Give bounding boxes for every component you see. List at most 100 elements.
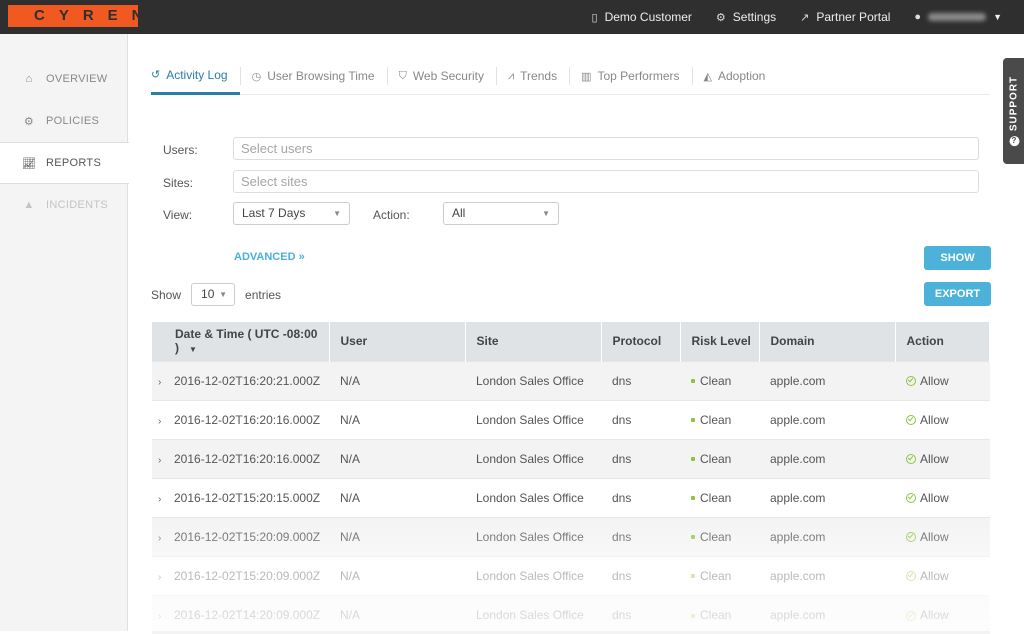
table-row[interactable]: › 2016-12-02T16:20:16.000Z N/A London Sales…	[152, 438, 990, 478]
cell-user: N/A	[329, 594, 465, 634]
risk-value: Clean	[700, 607, 732, 622]
customer-menu[interactable]: ▯ Demo Customer	[592, 10, 692, 24]
check-circle-icon	[906, 415, 916, 426]
export-button[interactable]: EXPORT	[924, 282, 991, 306]
domain-value: apple.com	[770, 529, 826, 544]
check-circle-icon	[906, 571, 916, 582]
report-tabs: ↺ Activity Log ◷ User Browsing Time ⛉ We…	[151, 62, 990, 95]
user-value: N/A	[340, 529, 361, 544]
cogs-icon: ⚙	[23, 115, 35, 128]
column-label: Site	[476, 334, 499, 349]
tab-web-security[interactable]: ⛉ Web Security	[386, 62, 496, 90]
user-menu[interactable]: ● ▼	[914, 11, 1002, 23]
view-select[interactable]: Last 7 Days ▼	[233, 202, 350, 225]
cell-site: London Sales Office	[465, 477, 601, 517]
risk-indicator-icon	[691, 496, 695, 501]
risk-value: Clean	[700, 490, 732, 505]
column-header-site[interactable]: Site	[465, 322, 602, 361]
tab-adoption[interactable]: ◭ Adoption	[691, 62, 778, 90]
tab-top-performers[interactable]: ▥ Top Performers	[569, 62, 691, 90]
sidebar-item-label: INCIDENTS	[46, 199, 108, 211]
tab-trends[interactable]: ⩘ Trends	[495, 62, 569, 90]
risk-value: Clean	[700, 412, 732, 427]
tab-activity-log[interactable]: ↺ Activity Log	[151, 62, 240, 95]
bar-chart-icon: ▥	[581, 70, 592, 83]
table-row[interactable]: › 2016-12-02T14:20:09.000Z N/A London Sales…	[152, 594, 990, 634]
advanced-link[interactable]: ADVANCED »	[234, 251, 305, 263]
cell-risk: Clean	[680, 399, 759, 439]
table-header-row: Date & Time ( UTC -08:00 ) ▼ User Site Pr…	[152, 322, 990, 361]
cyren-logo[interactable]: CYREN	[8, 5, 143, 27]
partner-portal-link[interactable]: ↗ Partner Portal	[800, 10, 890, 24]
action-label: Action:	[373, 208, 410, 222]
cell-domain: apple.com	[759, 516, 895, 556]
cell-risk: Clean	[680, 438, 759, 478]
cell-protocol: dns	[601, 360, 680, 400]
table-row[interactable]: › 2016-12-02T16:20:16.000Z N/A London Sales…	[152, 399, 990, 439]
user-value: N/A	[340, 373, 361, 388]
action-value: Allow	[920, 412, 949, 427]
tab-user-browsing-time[interactable]: ◷ User Browsing Time	[239, 62, 387, 90]
table-row[interactable]: › 2016-12-02T15:20:09.000Z N/A London Sales…	[152, 516, 990, 556]
home-icon: ⌂	[25, 73, 33, 85]
sidebar-item-reports[interactable]: 📈︎ REPORTS	[0, 142, 129, 184]
column-header-datetime[interactable]: Date & Time ( UTC -08:00 ) ▼	[152, 322, 330, 361]
cell-protocol: dns	[601, 438, 680, 478]
entries-control: Show 10 ▼ entries	[151, 283, 281, 306]
expand-row-icon[interactable]: ›	[158, 572, 168, 583]
cell-risk: Clean	[680, 516, 759, 556]
sites-input[interactable]	[233, 170, 979, 193]
cell-action: Allow	[895, 360, 990, 400]
column-header-risk-level[interactable]: Risk Level	[680, 322, 760, 361]
shield-icon: ⛉	[398, 69, 407, 82]
building-icon: ▯	[591, 11, 598, 24]
cell-user: N/A	[329, 438, 465, 478]
entries-select[interactable]: 10 ▼	[191, 283, 236, 306]
partner-portal-label: Partner Portal	[816, 10, 891, 24]
sidebar: ⌂ OVERVIEW ⚙ POLICIES 📈︎ REPORTS ▲ INCID…	[0, 34, 129, 631]
check-circle-icon	[906, 454, 916, 465]
protocol-value: dns	[612, 568, 632, 583]
table-row[interactable]: › 2016-12-02T16:20:21.000Z N/A London Sales…	[152, 360, 990, 400]
site-value: London Sales Office	[476, 490, 584, 505]
sidebar-item-policies[interactable]: ⚙ POLICIES	[0, 100, 127, 142]
show-button[interactable]: SHOW	[924, 246, 991, 270]
caret-down-icon: ▼	[219, 290, 228, 299]
cell-datetime: › 2016-12-02T15:20:09.000Z	[152, 516, 329, 556]
sites-label: Sites:	[163, 176, 194, 190]
table-row[interactable]: › 2016-12-02T15:20:15.000Z N/A London Sales…	[152, 477, 990, 517]
action-select[interactable]: All ▼	[443, 202, 559, 225]
users-input[interactable]	[233, 137, 979, 160]
cell-action: Allow	[895, 516, 990, 556]
tab-label: User Browsing Time	[267, 69, 375, 83]
sidebar-item-overview[interactable]: ⌂ OVERVIEW	[0, 58, 127, 100]
support-tab[interactable]: ? SUPPORT	[1003, 58, 1024, 164]
column-header-domain[interactable]: Domain	[759, 322, 896, 361]
expand-row-icon[interactable]: ›	[158, 377, 168, 388]
expand-row-icon[interactable]: ›	[158, 455, 168, 466]
sidebar-item-incidents[interactable]: ▲ INCIDENTS	[0, 184, 127, 226]
datetime-value: 2016-12-02T15:20:09.000Z	[174, 568, 321, 583]
sort-desc-icon: ▼	[189, 345, 197, 355]
expand-row-icon[interactable]: ›	[158, 611, 168, 622]
cell-domain: apple.com	[759, 477, 895, 517]
expand-row-icon[interactable]: ›	[158, 494, 168, 505]
expand-row-icon[interactable]: ›	[158, 416, 168, 427]
column-header-protocol[interactable]: Protocol	[601, 322, 681, 361]
cell-datetime: › 2016-12-02T16:20:21.000Z	[152, 360, 329, 400]
top-bar: CYREN ▯ Demo Customer ⚙ Settings ↗ Partn…	[0, 0, 1024, 34]
caret-down-icon: ▼	[993, 12, 1002, 22]
action-value: Allow	[920, 373, 949, 388]
column-header-user[interactable]: User	[329, 322, 466, 361]
settings-link[interactable]: ⚙ Settings	[716, 10, 776, 24]
risk-value: Clean	[700, 529, 732, 544]
datetime-value: 2016-12-02T16:20:16.000Z	[174, 451, 321, 466]
view-label: View:	[163, 208, 193, 222]
action-value: All	[452, 206, 466, 220]
datetime-value: 2016-12-02T15:20:09.000Z	[174, 529, 321, 544]
expand-row-icon[interactable]: ›	[158, 533, 168, 544]
table-row[interactable]: › 2016-12-02T15:20:09.000Z N/A London Sales…	[152, 555, 990, 595]
datetime-value: 2016-12-02T14:20:09.000Z	[174, 607, 321, 622]
site-value: London Sales Office	[476, 568, 584, 583]
column-header-action[interactable]: Action	[895, 322, 990, 361]
